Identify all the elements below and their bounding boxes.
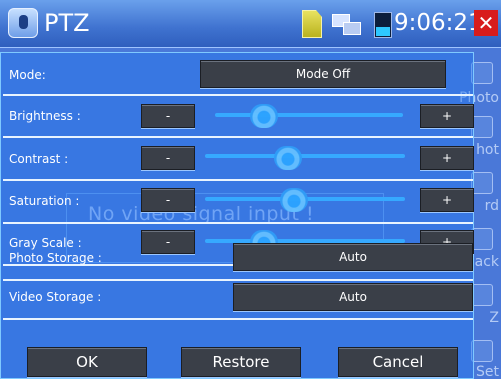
row-divider	[3, 179, 473, 181]
mode-select[interactable]: Mode Off	[200, 60, 446, 88]
contrast-label: Contrast :	[9, 152, 69, 166]
brightness-slider-handle[interactable]	[250, 104, 278, 128]
restore-button[interactable]: Restore	[181, 347, 301, 377]
row-divider	[3, 222, 473, 224]
saturation-label: Saturation :	[9, 194, 80, 208]
settings-dialog	[0, 52, 474, 379]
contrast-slider-track[interactable]	[205, 154, 405, 158]
photo-icon[interactable]	[471, 62, 493, 84]
row-divider	[3, 318, 473, 320]
camera-app-icon	[8, 8, 38, 38]
brightness-label: Brightness :	[9, 109, 81, 123]
window-title: PTZ	[44, 9, 90, 37]
side-menu-record[interactable]: rd	[485, 198, 499, 214]
side-menu-settings[interactable]: Set	[476, 364, 499, 379]
sd-card-icon	[302, 10, 322, 38]
row-divider	[3, 136, 473, 138]
saturation-slider-handle[interactable]	[280, 188, 308, 212]
record-icon[interactable]	[471, 172, 493, 194]
playback-icon[interactable]	[471, 228, 493, 250]
photo-storage-select[interactable]: Auto	[233, 243, 473, 271]
mode-label: Mode:	[9, 68, 46, 82]
side-menu-ptz[interactable]: Z	[489, 310, 499, 326]
side-menu-snapshot[interactable]: hot	[476, 142, 499, 158]
photo-storage-label: Photo Storage :	[9, 251, 102, 265]
gray-scale-label: Gray Scale :	[9, 236, 82, 250]
title-bar: PTZ 9:06:21 ✕	[0, 0, 501, 48]
settings-icon[interactable]	[471, 340, 493, 362]
battery-icon	[374, 12, 392, 38]
video-storage-select[interactable]: Auto	[233, 283, 473, 311]
ptz-icon[interactable]	[471, 284, 493, 306]
close-icon[interactable]: ✕	[474, 10, 498, 36]
cancel-button[interactable]: Cancel	[338, 347, 458, 377]
clock: 9:06:21	[394, 10, 483, 36]
saturation-increase-button[interactable]: +	[420, 188, 474, 212]
contrast-decrease-button[interactable]: -	[141, 146, 195, 170]
row-divider	[3, 94, 473, 96]
snapshot-icon[interactable]	[471, 116, 493, 138]
network-icon	[332, 14, 362, 36]
saturation-decrease-button[interactable]: -	[141, 188, 195, 212]
brightness-decrease-button[interactable]: -	[141, 104, 195, 128]
contrast-slider-handle[interactable]	[274, 146, 302, 170]
brightness-increase-button[interactable]: +	[420, 104, 474, 128]
row-divider	[3, 279, 473, 281]
gray-scale-decrease-button[interactable]: -	[141, 230, 195, 254]
contrast-increase-button[interactable]: +	[420, 146, 474, 170]
brightness-slider-track[interactable]	[215, 113, 403, 117]
video-storage-label: Video Storage :	[9, 290, 102, 304]
ok-button[interactable]: OK	[27, 347, 147, 377]
